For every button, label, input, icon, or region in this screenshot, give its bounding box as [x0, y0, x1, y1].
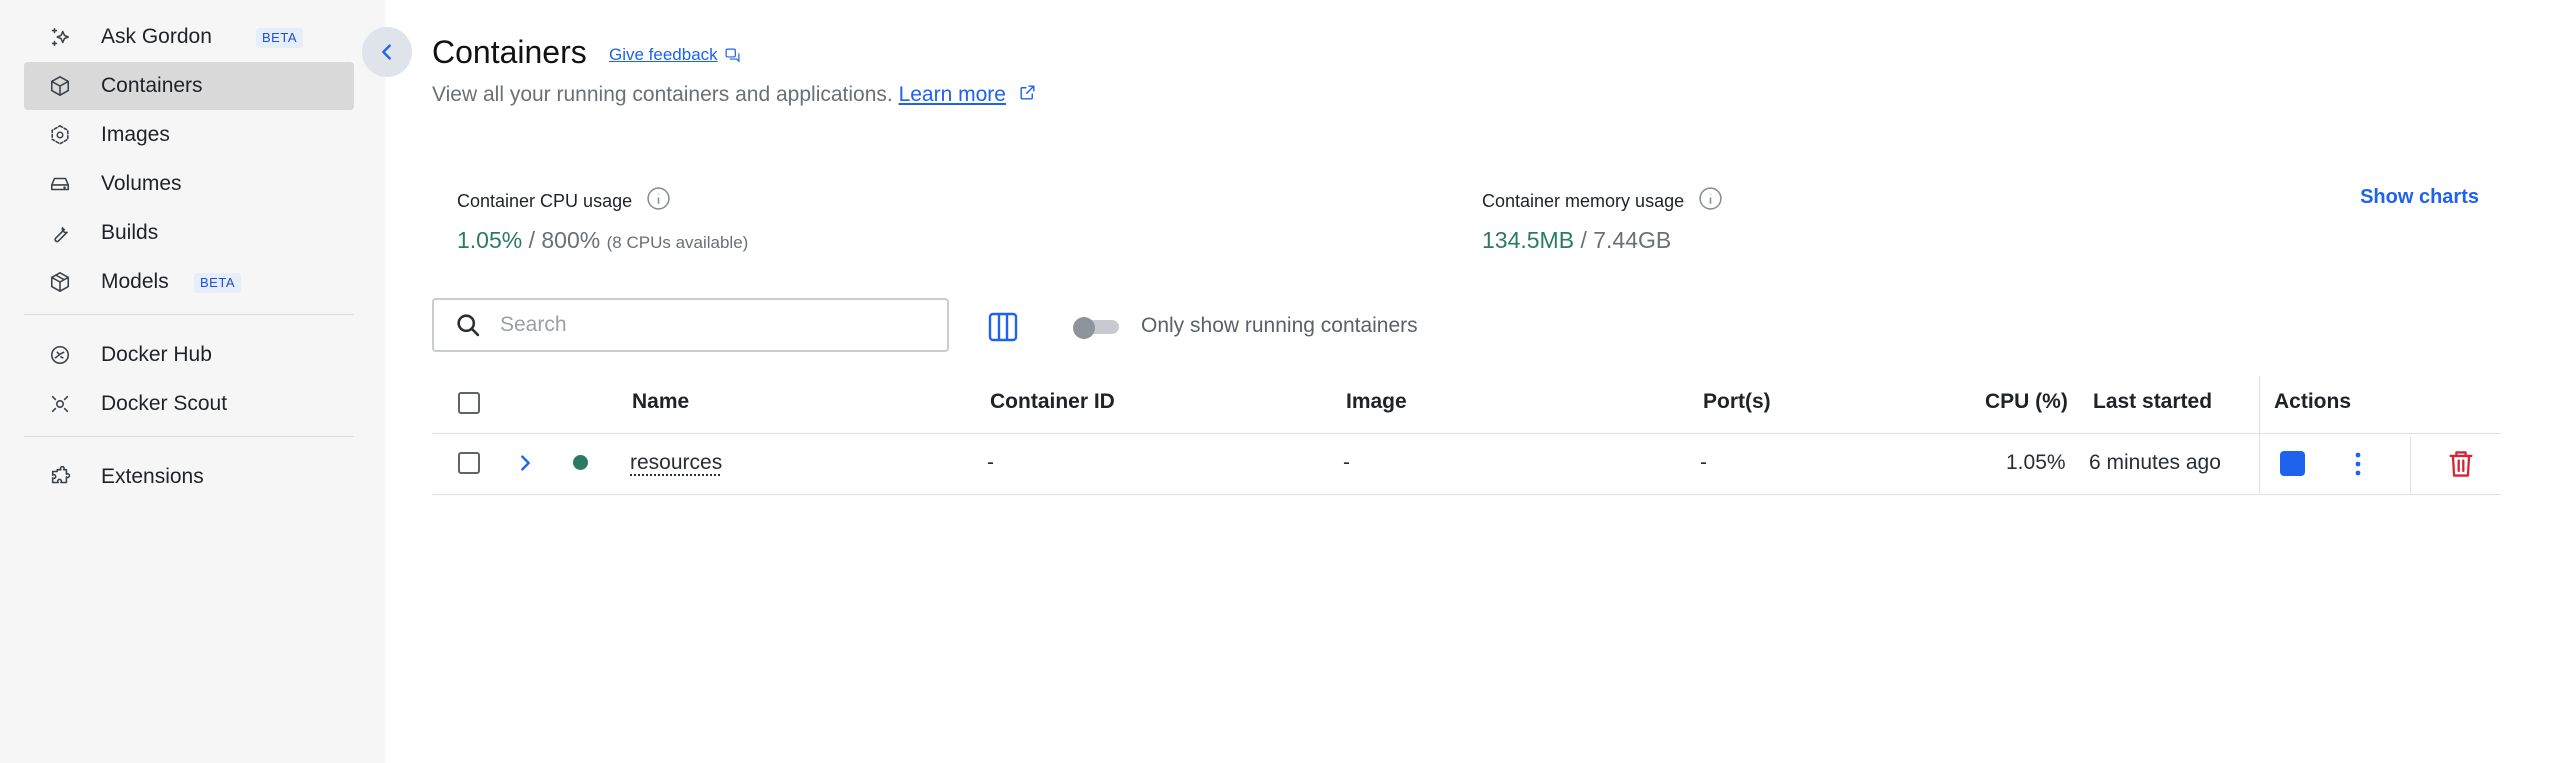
page-title: Containers	[432, 34, 587, 70]
expand-row-button[interactable]	[514, 452, 536, 479]
sidebar: Ask Gordon BETA Containers Images Volume…	[0, 0, 385, 763]
sidebar-item-volumes[interactable]: Volumes	[24, 160, 354, 208]
sidebar-item-label: Ask Gordon	[101, 25, 212, 48]
subtitle-text: View all your running containers and app…	[432, 83, 893, 107]
memory-total: / 7.44GB	[1574, 227, 1672, 253]
memory-usage-label: Container memory usage	[1482, 186, 1723, 215]
row-divider	[432, 494, 2501, 495]
trash-icon	[2449, 451, 2473, 477]
sidebar-item-ask-gordon[interactable]: Ask Gordon BETA	[24, 13, 354, 61]
sidebar-divider	[24, 436, 354, 437]
column-header-name[interactable]: Name	[632, 390, 689, 414]
chevron-left-icon	[382, 44, 391, 60]
cube-icon	[48, 270, 72, 294]
info-icon[interactable]	[646, 186, 671, 215]
ports-cell: -	[1700, 451, 1707, 474]
learn-more-link[interactable]: Learn more	[899, 83, 1006, 106]
sidebar-item-extensions[interactable]: Extensions	[24, 453, 354, 501]
puzzle-icon	[48, 465, 72, 489]
delete-button[interactable]	[2447, 449, 2475, 479]
show-charts-button[interactable]: Show charts	[2360, 186, 2479, 209]
give-feedback-label: Give feedback	[609, 45, 718, 64]
memory-usage-value: 134.5MB / 7.44GB	[1482, 226, 1671, 254]
kebab-menu-icon	[2355, 452, 2361, 476]
column-header-ports[interactable]: Port(s)	[1703, 390, 1771, 414]
cpu-usage-value: 1.05% / 800% (8 CPUs available)	[457, 226, 748, 257]
beta-badge: BETA	[256, 28, 303, 48]
sidebar-item-label: Models	[101, 270, 169, 293]
actions-column-divider	[2259, 376, 2260, 495]
sidebar-item-label: Docker Scout	[101, 392, 228, 415]
volume-icon	[48, 172, 72, 196]
sidebar-divider	[24, 314, 354, 315]
container-id-cell: -	[987, 451, 994, 474]
last-started-cell: 6 minutes ago	[2089, 451, 2221, 474]
memory-used: 134.5MB	[1482, 227, 1575, 253]
column-header-container-id[interactable]: Container ID	[990, 390, 1115, 414]
column-header-actions: Actions	[2274, 390, 2352, 413]
docker-hub-icon	[48, 343, 72, 367]
feedback-icon	[725, 48, 740, 63]
toggle-knob	[1073, 317, 1095, 339]
sidebar-item-label: Containers	[101, 74, 203, 97]
column-header-cpu[interactable]: CPU (%)	[1985, 390, 2068, 414]
sidebar-item-images[interactable]: Images	[24, 111, 354, 159]
sidebar-item-label: Docker Hub	[101, 343, 212, 366]
search-icon	[457, 314, 480, 337]
cpu-cell: 1.05%	[2006, 451, 2066, 474]
memory-usage-title: Container memory usage	[1482, 190, 1685, 211]
cpu-used: 1.05%	[457, 227, 523, 253]
sidebar-item-builds[interactable]: Builds	[24, 209, 354, 257]
sidebar-item-containers[interactable]: Containers	[24, 62, 354, 110]
stop-button[interactable]	[2280, 451, 2305, 476]
sidebar-item-models[interactable]: Models BETA	[24, 258, 354, 306]
more-actions-button[interactable]	[2346, 450, 2370, 478]
container-name-link[interactable]: resources	[630, 451, 722, 475]
search-input[interactable]	[498, 312, 922, 338]
sidebar-item-label: Builds	[101, 221, 159, 244]
header-divider	[432, 433, 2501, 434]
running-only-label: Only show running containers	[1141, 314, 1418, 337]
cpu-usage-label: Container CPU usage	[457, 186, 671, 215]
image-cell: -	[1343, 451, 1350, 474]
give-feedback-link[interactable]: Give feedback	[609, 45, 741, 65]
cpu-usage-title: Container CPU usage	[457, 190, 633, 211]
info-icon[interactable]	[1698, 186, 1723, 215]
chevron-right-icon	[521, 455, 530, 471]
running-status-dot	[573, 455, 588, 470]
cpu-total: / 800%	[522, 227, 601, 253]
sidebar-item-label: Volumes	[101, 172, 182, 195]
beta-badge: BETA	[194, 273, 241, 293]
row-checkbox[interactable]	[458, 452, 480, 474]
column-header-image[interactable]: Image	[1346, 390, 1407, 414]
images-icon	[48, 123, 72, 147]
scout-icon	[48, 392, 72, 416]
actions-divider	[2410, 437, 2411, 495]
sidebar-item-label: Images	[101, 123, 170, 146]
columns-icon	[988, 312, 1018, 342]
select-all-checkbox[interactable]	[458, 392, 480, 414]
sparkle-icon	[48, 25, 72, 49]
cpu-note: (8 CPUs available)	[606, 233, 749, 252]
wrench-icon	[48, 221, 72, 245]
external-link-icon	[1018, 83, 1037, 108]
sidebar-item-docker-hub[interactable]: Docker Hub	[24, 331, 354, 379]
running-only-toggle[interactable]	[1073, 317, 1119, 339]
search-box[interactable]	[432, 298, 949, 352]
sidebar-item-label: Extensions	[101, 465, 204, 488]
container-icon	[48, 74, 72, 98]
page-subtitle: View all your running containers and app…	[432, 83, 1037, 108]
sidebar-item-docker-scout[interactable]: Docker Scout	[24, 380, 354, 428]
column-settings-button[interactable]	[987, 311, 1019, 343]
column-header-last-started[interactable]: Last started	[2093, 390, 2212, 414]
collapse-sidebar-button[interactable]	[362, 27, 412, 77]
